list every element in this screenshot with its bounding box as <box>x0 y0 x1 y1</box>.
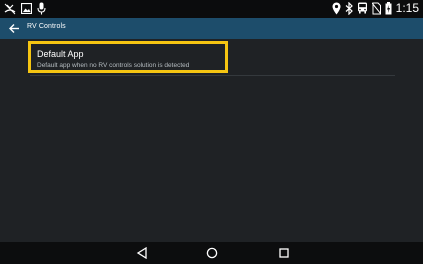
app-toolbar: RV Controls <box>0 18 423 39</box>
default-app-setting[interactable]: Default App Default app when no RV contr… <box>28 41 228 73</box>
setting-title: Default App <box>37 49 84 59</box>
status-bar: 1:15 <box>0 0 423 18</box>
settings-list: Default App Default app when no RV contr… <box>0 39 423 242</box>
no-signal-icon <box>371 2 381 14</box>
bus-icon <box>357 2 367 14</box>
list-divider <box>30 75 395 76</box>
bluetooth-icon <box>345 1 353 15</box>
status-left-icons <box>4 2 46 15</box>
location-icon <box>332 2 341 14</box>
status-time: 1:15 <box>395 1 419 15</box>
missed-call-icon <box>4 3 16 14</box>
battery-charging-icon <box>385 1 392 14</box>
status-right-icons: 1:15 <box>332 1 419 15</box>
home-circle-icon[interactable] <box>206 247 218 259</box>
microphone-icon <box>37 2 46 15</box>
arrow-left-icon[interactable] <box>8 22 21 35</box>
setting-summary: Default app when no RV controls solution… <box>37 62 190 69</box>
back-triangle-icon[interactable] <box>136 247 148 259</box>
page-title: RV Controls <box>27 23 66 30</box>
recents-square-icon[interactable] <box>278 247 290 259</box>
navigation-bar <box>0 242 423 264</box>
image-icon <box>21 3 32 14</box>
